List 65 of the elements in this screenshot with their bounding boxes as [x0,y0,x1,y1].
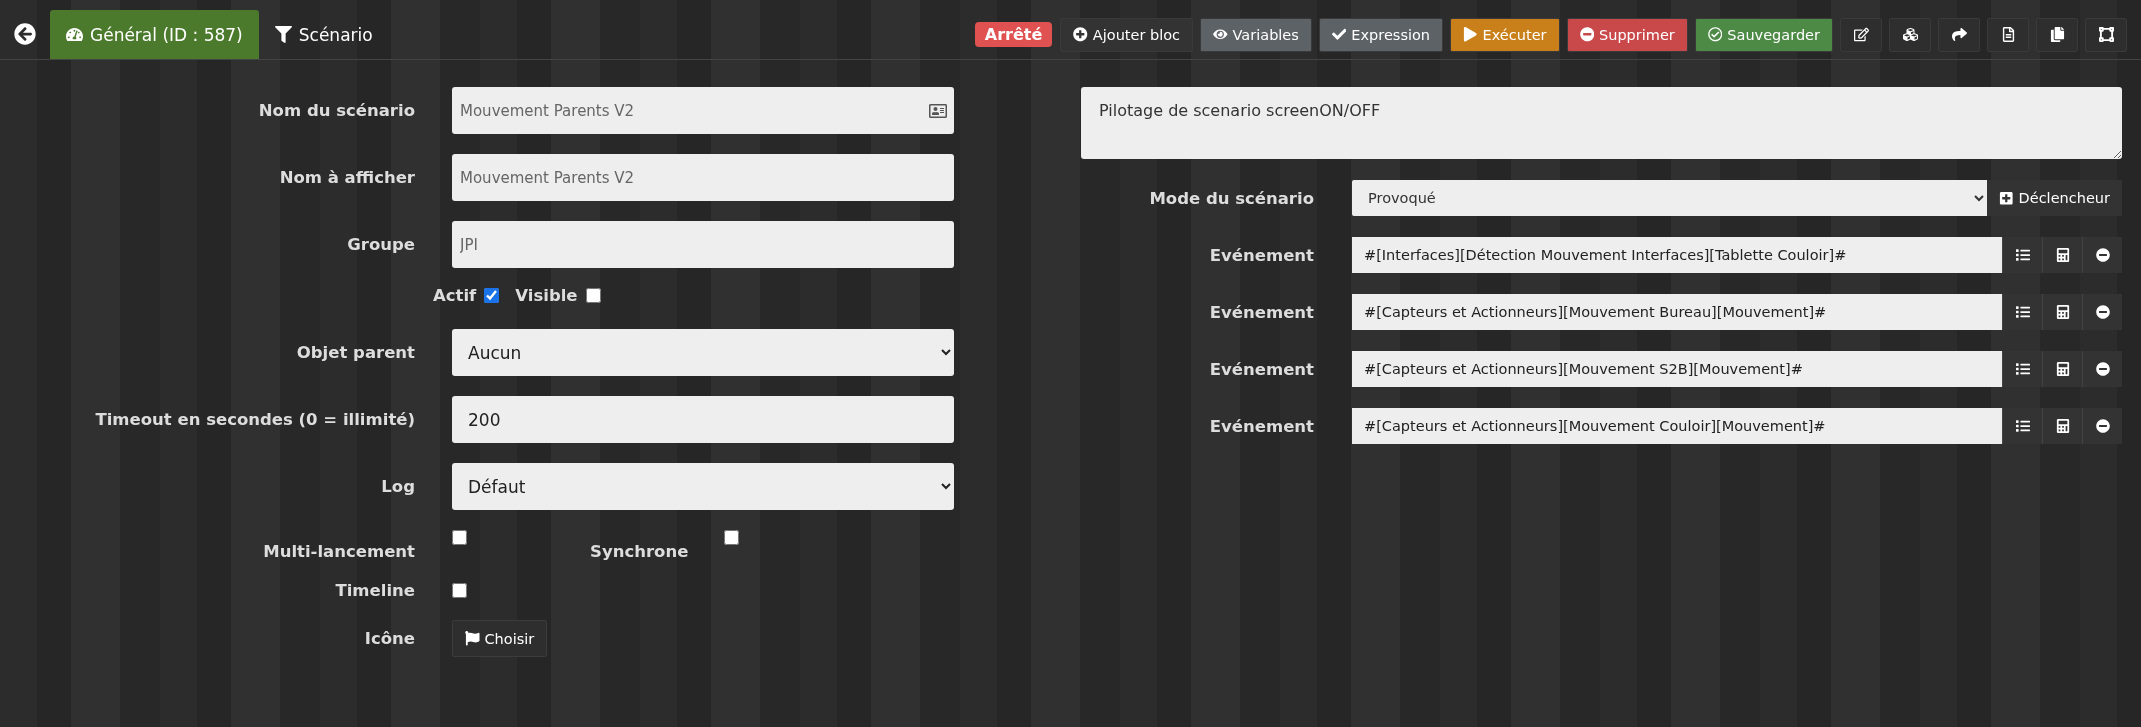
input-field[interactable]: #[Capteurs et Actionneurs][Mouvement Couloir][Mouvement]# [1352,408,2002,444]
trigger-button[interactable]: Déclencheur [1987,180,2122,216]
cubes-icon[interactable] [1889,17,1931,52]
input-field[interactable]: Mouvement Parents V2 [452,154,954,201]
field-label: Evénement [1208,245,1314,265]
flag-icon [465,631,480,646]
checkbox[interactable] [724,530,740,545]
remove-icon[interactable] [2082,351,2122,387]
gauge-icon [66,26,83,43]
file-icon[interactable] [1987,17,2029,52]
remove-icon[interactable] [2082,408,2122,444]
toolbar-button[interactable]: Expression [1318,17,1444,52]
calculator-icon[interactable] [2042,237,2082,273]
toolbar-button[interactable]: Sauvegarder [1694,17,1833,52]
calculator-icon[interactable] [2042,294,2082,330]
play-icon [1463,27,1478,42]
checkbox[interactable] [484,288,500,303]
choose-button[interactable]: Choisir [452,620,548,657]
description-field[interactable]: Pilotage de scenario screenON/OFF [1081,87,2122,159]
select-field[interactable]: Aucun [452,329,954,376]
checkbox-label: Timeline [334,581,415,600]
field-label: Log [380,477,415,496]
calculator-icon[interactable] [2042,351,2082,387]
checkbox-label: Actif [433,286,477,305]
toolbar-button[interactable]: Supprimer [1566,17,1688,52]
input-field[interactable]: #[Interfaces][Détection Mouvement Interfaces][Tablette Couloir]# [1352,237,2002,273]
checkbox[interactable] [585,288,601,303]
frame-icon[interactable] [2085,17,2127,52]
checkbox-label: Multi-lancement [262,542,415,561]
field-label: Timeout en secondes (0 = illimité) [94,410,415,429]
field-label: Evénement [1208,359,1314,379]
input-field[interactable]: Mouvement Parents V2 [452,87,954,134]
field-label: Evénement [1208,302,1314,322]
select-field[interactable]: Défaut [452,463,954,510]
tab[interactable]: Scénario [258,10,389,59]
field-label: Mode du scénario [1148,188,1314,208]
field-label: Nom à afficher [278,168,415,187]
select-field[interactable]: Provoqué [1352,180,1988,216]
field-label: Evénement [1208,416,1314,436]
status-badge: Arrêté [974,22,1053,47]
toolbar-button[interactable]: Ajouter bloc [1060,17,1194,52]
input-field[interactable]: JPI [452,221,954,268]
checkbox-label: Visible [515,286,578,305]
share-icon[interactable] [1938,17,1980,52]
filter-icon [274,26,292,43]
checkbox-label: Synchrone [590,542,689,561]
field-label: Nom du scénario [257,101,415,120]
checkbox[interactable] [452,530,467,545]
field-label: Objet parent [295,343,415,362]
remove-icon[interactable] [2082,237,2122,273]
input-field[interactable]: #[Capteurs et Actionneurs][Mouvement Bureau][Mouvement]# [1352,294,2002,330]
field-label: Icône [363,629,415,648]
remove-icon[interactable] [2082,294,2122,330]
id-card-icon [929,102,947,120]
checkbox[interactable] [452,583,467,598]
field-label: Groupe [346,235,415,254]
edit-icon[interactable] [1840,17,1882,52]
input-field[interactable]: #[Capteurs et Actionneurs][Mouvement S2B][Mouvement]# [1352,351,2002,387]
input-field[interactable]: 200 [452,396,954,443]
copy-icon[interactable] [2036,17,2078,52]
check-icon [1331,27,1347,42]
eye-icon [1213,27,1228,42]
toolbar-button[interactable]: Variables [1200,17,1312,52]
tab[interactable]: Général (ID : 587) [50,10,259,59]
calculator-icon[interactable] [2042,408,2082,444]
